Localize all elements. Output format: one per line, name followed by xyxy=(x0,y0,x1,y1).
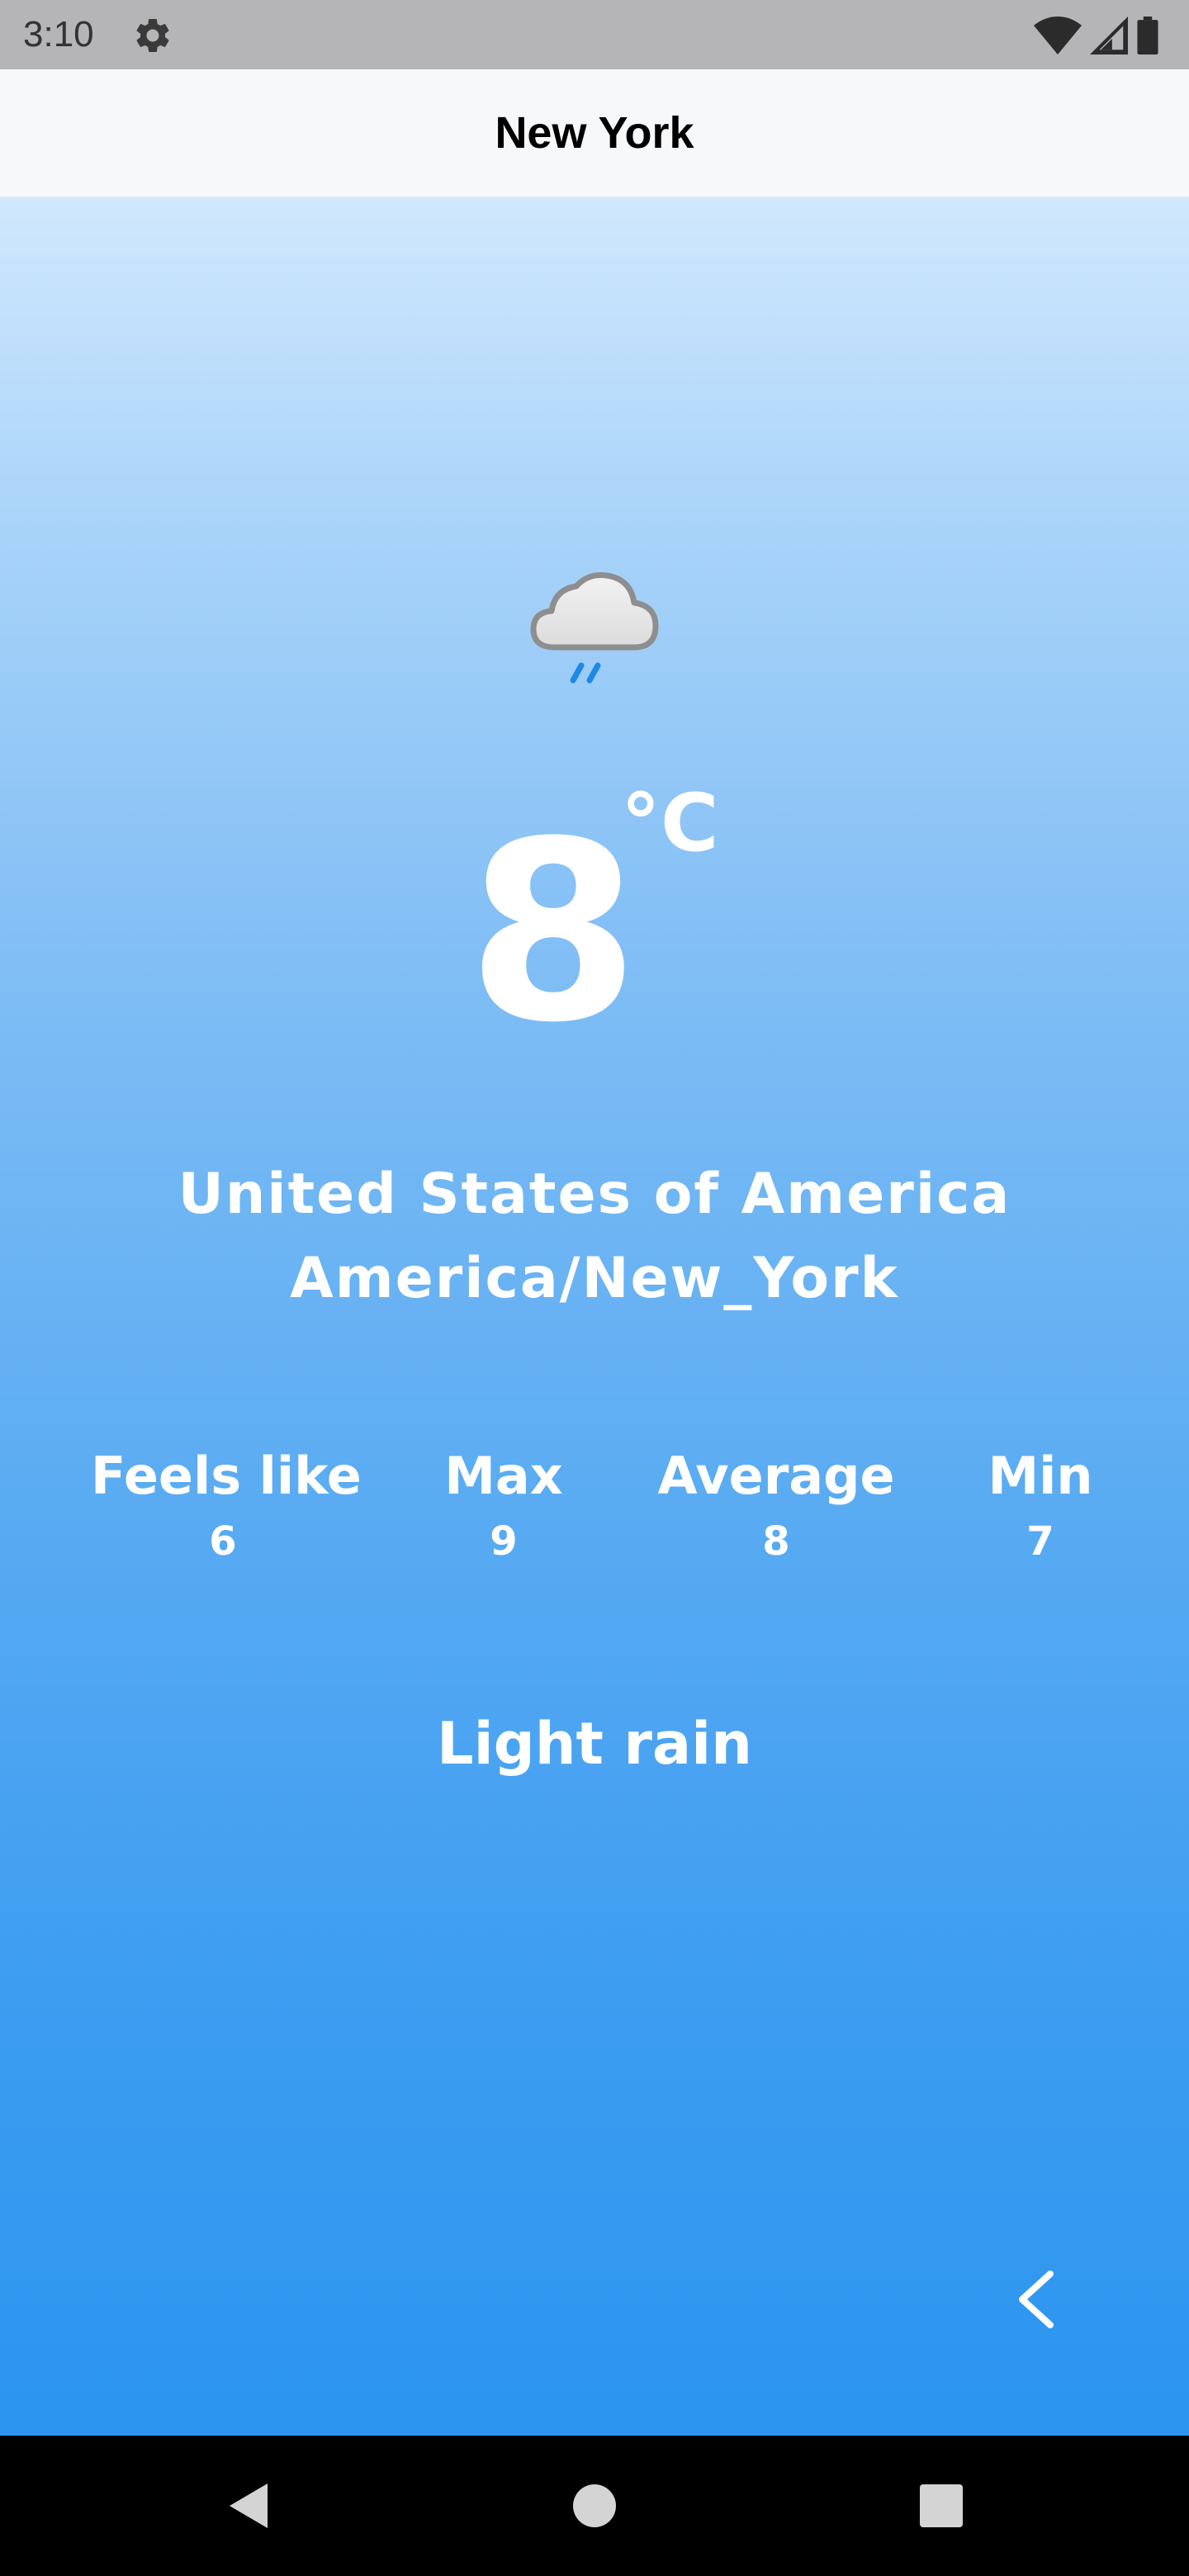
status-bar: 3:10 xyxy=(0,0,1189,69)
stat-value: 9 xyxy=(490,1518,518,1565)
back-triangle-icon[interactable] xyxy=(216,2477,282,2535)
app-bar: New York xyxy=(0,69,1189,198)
stat-min: Min 7 xyxy=(958,1443,1123,1570)
home-circle-icon[interactable] xyxy=(561,2477,628,2535)
stat-label: Average xyxy=(657,1446,895,1506)
timezone-label: America/New_York xyxy=(290,1246,899,1311)
stat-average: Average 8 xyxy=(652,1443,900,1570)
recents-square-icon[interactable] xyxy=(908,2477,974,2535)
stat-value: 6 xyxy=(209,1518,237,1565)
light-rain-cloud-icon xyxy=(530,572,659,684)
wifi-icon xyxy=(1034,17,1082,54)
weather-content: 8 °C United States of America America/Ne… xyxy=(0,198,1189,2436)
status-icons xyxy=(1034,15,1159,56)
weather-condition: Light rain xyxy=(437,1710,752,1778)
page-title: New York xyxy=(495,108,694,158)
status-time: 3:10 xyxy=(23,14,94,54)
stat-value: 8 xyxy=(762,1518,790,1565)
signal-icon xyxy=(1090,17,1128,54)
stat-label: Max xyxy=(444,1446,563,1506)
country-label: United States of America xyxy=(178,1162,1011,1227)
chevron-left-icon[interactable] xyxy=(1007,2262,1065,2337)
stat-label: Min xyxy=(988,1446,1093,1506)
temperature-unit: °C xyxy=(621,777,719,869)
battery-icon xyxy=(1137,17,1158,54)
weather-screen: 3:10 New York 8 °C United States of Amer… xyxy=(0,0,1189,2576)
gear-icon xyxy=(136,18,169,52)
stat-feels-like: Feels like 6 xyxy=(91,1443,362,1570)
system-nav-bar xyxy=(0,2436,1189,2576)
stat-max: Max 9 xyxy=(421,1443,586,1570)
stat-value: 7 xyxy=(1026,1518,1054,1565)
stat-label: Feels like xyxy=(91,1446,362,1506)
temperature-stats: Feels like 6 Max 9 Average 8 Min 7 xyxy=(0,1443,1189,1608)
